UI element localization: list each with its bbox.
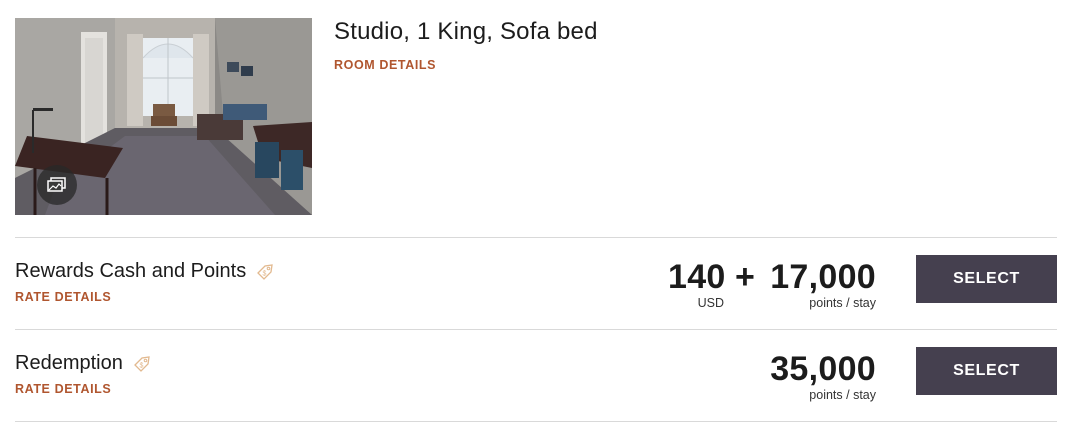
points-amount: 17,000 bbox=[770, 258, 876, 296]
points-label: points / stay bbox=[809, 296, 876, 310]
rate-details-link[interactable]: RATE DETAILS bbox=[15, 382, 111, 396]
plus-sign: + bbox=[735, 258, 756, 296]
rate-details-link[interactable]: RATE DETAILS bbox=[15, 290, 111, 304]
divider bbox=[15, 421, 1057, 422]
rate-name: Rewards Cash and Points $ bbox=[15, 260, 275, 283]
room-details-link[interactable]: ROOM DETAILS bbox=[334, 58, 436, 72]
price-tag-icon: $ bbox=[255, 262, 275, 282]
rate-name-label: Rewards Cash and Points bbox=[15, 260, 247, 282]
rate-row-rewards-cash-and-points: Rewards Cash and Points $ RATE DETAILS 1… bbox=[0, 238, 1068, 330]
cash-currency: USD bbox=[697, 296, 724, 310]
room-photo[interactable] bbox=[15, 18, 312, 215]
svg-text:$: $ bbox=[139, 362, 143, 369]
rate-name-label: Redemption bbox=[15, 352, 123, 374]
rate-name: Redemption $ bbox=[15, 352, 152, 375]
price-tag-icon: $ bbox=[132, 354, 152, 374]
points-amount: 35,000 bbox=[770, 350, 876, 388]
room-title: Studio, 1 King, Sofa bed bbox=[334, 18, 598, 45]
gallery-icon bbox=[47, 177, 66, 192]
points-label: points / stay bbox=[809, 388, 876, 402]
select-button[interactable]: SELECT bbox=[916, 347, 1057, 395]
cash-amount: 140 bbox=[668, 258, 726, 296]
rate-row-redemption: Redemption $ RATE DETAILS 35,000 points … bbox=[0, 330, 1068, 422]
svg-text:$: $ bbox=[263, 270, 267, 277]
select-button[interactable]: SELECT bbox=[916, 255, 1057, 303]
cash-price: 140 bbox=[668, 258, 726, 296]
gallery-button[interactable] bbox=[37, 165, 77, 205]
